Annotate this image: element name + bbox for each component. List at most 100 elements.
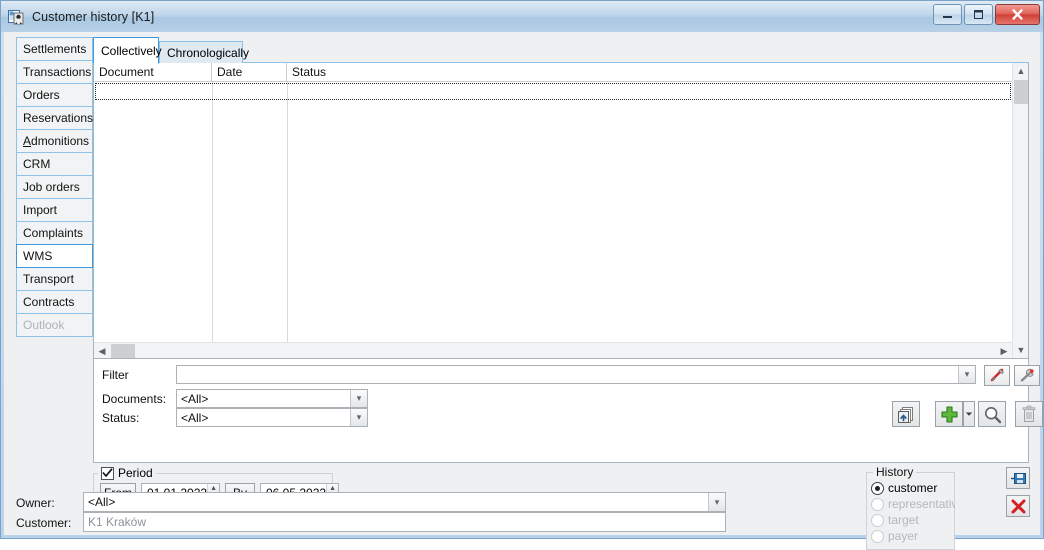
- close-button[interactable]: [995, 4, 1040, 25]
- radio-unselected-icon: [871, 513, 884, 527]
- horizontal-scroll-thumb[interactable]: [111, 344, 135, 358]
- sidebar-item-label: Orders: [23, 88, 60, 102]
- sidebar-item-label: Transport: [23, 272, 74, 286]
- tab-collectively[interactable]: Collectively: [93, 37, 162, 64]
- owner-select-value: <All>: [88, 495, 116, 509]
- scroll-down-icon[interactable]: ▼: [1013, 342, 1029, 358]
- sidebar-item-import[interactable]: Import: [16, 198, 93, 222]
- delete-button[interactable]: [1015, 401, 1043, 427]
- owner-row: Owner: <All> ▾: [16, 492, 736, 512]
- radio-customer[interactable]: customer: [871, 481, 937, 495]
- tab-label: Collectively: [101, 43, 162, 58]
- customer-field-value: K1 Kraków: [88, 515, 147, 529]
- grid-column-status[interactable]: Status: [287, 63, 1012, 81]
- sidebar-item-contracts[interactable]: Contracts: [16, 290, 93, 314]
- radio-unselected-icon: [871, 497, 884, 511]
- filter-panel: Filter ▾ Documents: <All> ▾ Status: <All…: [93, 359, 1043, 463]
- filter-settings-button[interactable]: [1014, 365, 1040, 386]
- scroll-up-icon[interactable]: ▲: [1013, 63, 1029, 79]
- history-group: History customer representative target: [866, 465, 955, 550]
- radio-label: representative: [888, 497, 955, 511]
- footer-fields: Owner: <All> ▾ Customer: K1 Kraków: [16, 492, 736, 532]
- radio-label: target: [888, 513, 919, 527]
- customer-card-icon: [8, 9, 25, 25]
- filter-input[interactable]: ▾: [176, 365, 976, 384]
- vertical-scroll-thumb[interactable]: [1014, 80, 1028, 104]
- grid-empty-focus-row[interactable]: [95, 83, 1011, 100]
- sidebar-item-label: Reservations: [23, 111, 94, 125]
- customer-row: Customer: K1 Kraków: [16, 512, 736, 532]
- sidebar-item-complaints[interactable]: Complaints: [16, 221, 93, 245]
- chevron-down-icon[interactable]: ▾: [350, 390, 367, 407]
- sidebar-item-job-orders[interactable]: Job orders: [16, 175, 93, 199]
- chevron-down-icon[interactable]: ▾: [350, 409, 367, 426]
- period-checkbox[interactable]: Period: [98, 466, 156, 480]
- sidebar-item-label: Contracts: [23, 295, 75, 309]
- sidebar-item-transactions[interactable]: Transactions: [16, 60, 93, 84]
- radio-label: customer: [888, 481, 938, 495]
- window-controls: [933, 4, 1040, 25]
- period-label: Period: [118, 466, 153, 480]
- radio-label: payer: [888, 529, 919, 543]
- sidebar-item-label: Import: [23, 203, 58, 217]
- status-label: Status:: [102, 411, 140, 425]
- documents-select[interactable]: <All> ▾: [176, 389, 368, 408]
- owner-label: Owner:: [16, 496, 55, 510]
- save-button[interactable]: [1006, 467, 1030, 489]
- tab-label: Chronologically: [167, 45, 250, 60]
- grid-body[interactable]: [94, 82, 1012, 342]
- scroll-right-icon[interactable]: ▶: [996, 343, 1012, 359]
- tab-chronologically[interactable]: Chronologically: [159, 41, 249, 63]
- sidebar-item-admonitions[interactable]: Admonitions: [16, 129, 93, 153]
- grid-column-label: Date: [217, 65, 243, 79]
- radio-payer: payer: [871, 529, 918, 543]
- sidebar-item-label: Job orders: [23, 180, 80, 194]
- status-select[interactable]: <All> ▾: [176, 408, 368, 427]
- grid-column-date[interactable]: Date: [212, 63, 287, 81]
- grid-column-divider: [287, 82, 288, 342]
- grid-column-label: Status: [292, 65, 327, 79]
- sidebar-item-reservations[interactable]: Reservations: [16, 106, 93, 130]
- filter-label: Filter: [102, 368, 129, 382]
- sidebar-item-label: Settlements: [23, 42, 87, 56]
- sidebar-item-label: Outlook: [23, 318, 65, 332]
- sidebar-item-label: CRM: [23, 157, 51, 171]
- window-title: Customer history [K1]: [32, 9, 155, 24]
- owner-select[interactable]: <All> ▾: [83, 492, 726, 512]
- maximize-button[interactable]: [964, 4, 993, 25]
- grid-vertical-scrollbar[interactable]: ▲ ▼: [1012, 63, 1028, 358]
- chevron-down-icon[interactable]: ▾: [958, 366, 975, 383]
- copy-document-button[interactable]: [892, 401, 920, 427]
- grid-horizontal-scrollbar[interactable]: ◀ ▶: [94, 342, 1012, 358]
- documents-grid: Document Date Status ▲ ▼ ◀ ▶: [93, 63, 1029, 359]
- grid-column-document[interactable]: Document: [94, 63, 212, 81]
- grid-header-row: Document Date Status: [94, 63, 1012, 82]
- grid-column-divider: [212, 82, 213, 342]
- add-dropdown-button[interactable]: [963, 401, 975, 427]
- dialog-action-buttons: [1006, 467, 1030, 517]
- radio-unselected-icon: [871, 529, 884, 543]
- clear-filter-button[interactable]: [984, 365, 1010, 386]
- sidebar-item-orders[interactable]: Orders: [16, 83, 93, 107]
- sidebar-item-settlements[interactable]: Settlements: [16, 37, 93, 61]
- radio-selected-icon: [871, 481, 884, 495]
- status-select-value: <All>: [181, 410, 209, 425]
- documents-select-value: <All>: [181, 391, 209, 406]
- title-bar: Customer history [K1]: [1, 1, 1043, 32]
- sidebar-item-transport[interactable]: Transport: [16, 267, 93, 291]
- radio-target: target: [871, 513, 919, 527]
- minimize-button[interactable]: [933, 4, 962, 25]
- add-button[interactable]: [935, 401, 963, 427]
- cancel-button[interactable]: [1006, 495, 1030, 517]
- sidebar-item-crm[interactable]: CRM: [16, 152, 93, 176]
- sidebar-item-label: Admonitions: [23, 134, 90, 148]
- history-legend: History: [873, 465, 917, 479]
- documents-label: Documents:: [102, 392, 167, 406]
- scroll-left-icon[interactable]: ◀: [94, 343, 110, 359]
- client-area: Settlements Transactions Orders Reservat…: [4, 32, 1043, 550]
- sidebar-item-label: Transactions: [23, 65, 92, 79]
- sidebar-item-wms[interactable]: WMS: [16, 244, 93, 268]
- preview-button[interactable]: [978, 401, 1006, 427]
- chevron-down-icon[interactable]: ▾: [708, 493, 725, 511]
- sidebar-item-label: Complaints: [23, 226, 84, 240]
